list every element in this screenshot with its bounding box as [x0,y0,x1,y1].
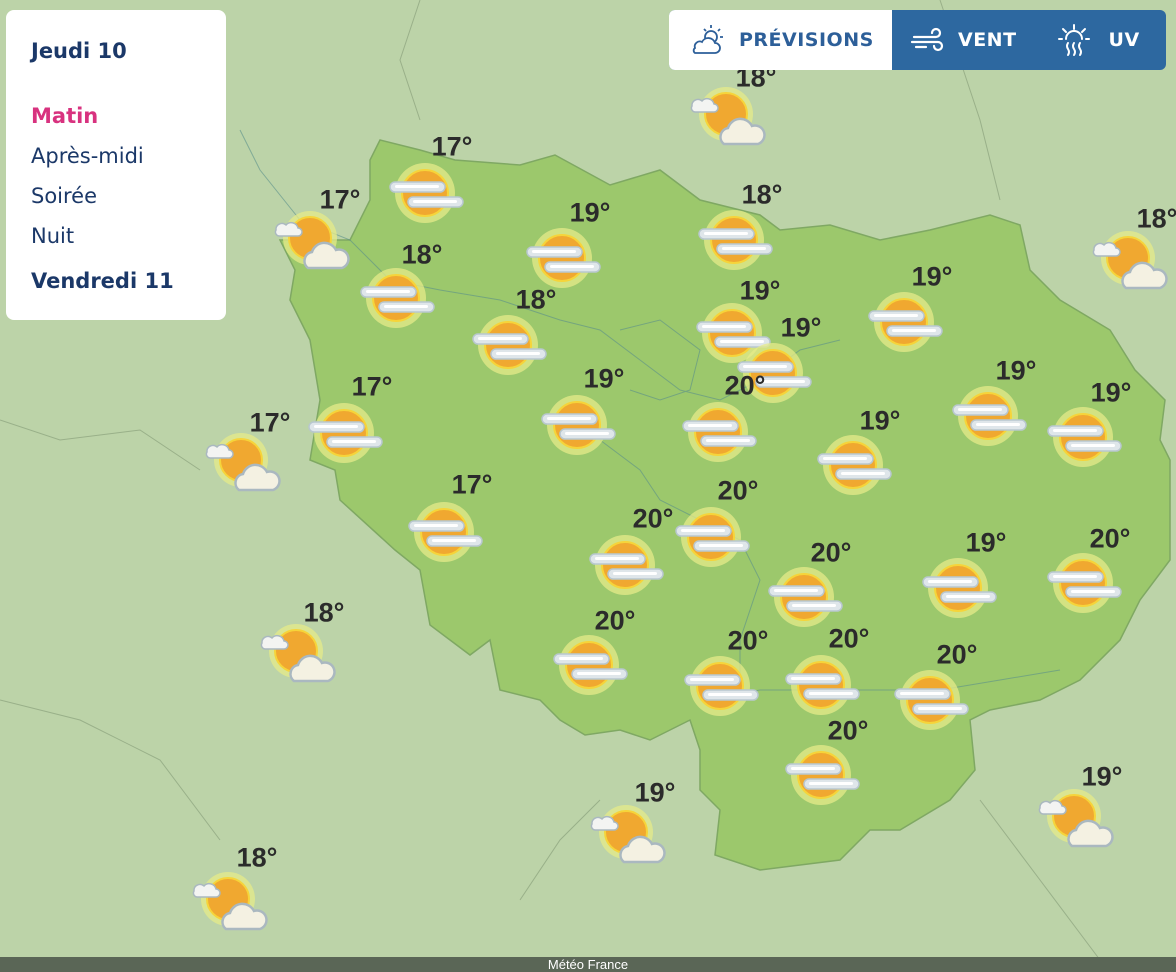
tab-label: VENT [958,29,1017,51]
slot-apres-midi[interactable]: Après-midi [31,136,226,176]
temperature-label: 19° [634,777,676,808]
day-label-thursday: Jeudi 10 [31,39,127,63]
uv-icon [1057,24,1090,56]
attribution: Météo France [0,957,1176,972]
temperature-label: 17° [431,131,473,162]
temperature-label: 18° [1136,203,1176,234]
slot-soiree[interactable]: Soirée [31,176,226,216]
temperature-label: 17° [451,469,493,500]
temperature-label: 19° [1081,761,1123,792]
temperature-label: 20° [632,503,674,534]
temperature-label: 18° [741,179,783,210]
temperature-label: 19° [1090,377,1132,408]
sun-cloud-icon [1036,782,1116,862]
sun-cloud-icon [588,798,668,878]
sun-haze-icon [781,735,861,815]
slot-matin[interactable]: Matin [31,96,226,136]
sun-cloud-icon [258,617,338,697]
temperature-label: 20° [724,370,766,401]
sun-haze-icon [585,525,665,605]
temperature-label: 19° [583,363,625,394]
temperature-label: 18° [515,284,557,315]
tab-previsions[interactable]: PRÉVISIONS [669,10,892,70]
wind-icon [910,27,944,52]
sun-haze-icon [671,497,751,577]
temperature-label: 19° [569,197,611,228]
temperature-label: 19° [739,275,781,306]
temperature-label: 18° [303,597,345,628]
sun-haze-icon [549,625,629,705]
sun-haze-icon [694,200,774,280]
temperature-label: 19° [780,312,822,343]
sun-cloud-icon [692,25,723,54]
temperature-label: 20° [1089,523,1131,554]
temperature-label: 18° [401,239,443,270]
sun-haze-icon [304,393,384,473]
temperature-label: 20° [827,715,869,746]
time-selector-panel: Jeudi 10 Matin Après-midi Soirée Nuit Ve… [6,10,226,320]
sun-haze-icon [918,548,998,628]
sun-haze-icon [813,425,893,505]
sun-haze-icon [385,153,465,233]
sun-haze-icon [1043,543,1123,623]
slot-nuit[interactable]: Nuit [31,216,226,256]
sun-haze-icon [680,646,760,726]
temperature-label: 20° [717,475,759,506]
day-label-friday[interactable]: Vendredi 11 [31,266,226,296]
temperature-label: 18° [236,842,278,873]
sun-haze-icon [537,385,617,465]
sun-haze-icon [1043,397,1123,477]
sun-haze-icon [890,660,970,740]
temperature-label: 20° [727,625,769,656]
temperature-label: 20° [828,623,870,654]
sun-cloud-icon [190,865,270,945]
sun-haze-icon [404,492,484,572]
sun-haze-icon [948,376,1028,456]
sun-cloud-icon [272,204,352,284]
temperature-label: 17° [351,371,393,402]
sun-haze-icon [864,282,944,362]
sun-cloud-icon [1090,224,1170,304]
sun-haze-icon [781,645,861,725]
temperature-label: 17° [319,184,361,215]
temperature-label: 19° [965,527,1007,558]
temperature-label: 20° [594,605,636,636]
tab-vent[interactable]: VENT [892,10,1017,70]
sun-haze-icon [468,305,548,385]
tab-label: UV [1108,29,1140,51]
temperature-label: 20° [936,639,978,670]
sun-haze-icon [678,392,758,472]
tab-label: PRÉVISIONS [739,29,874,51]
temperature-label: 19° [995,355,1037,386]
temperature-label: 19° [859,405,901,436]
tab-uv[interactable]: UV [1039,10,1140,70]
temperature-label: 20° [810,537,852,568]
map-mode-tabs: PRÉVISIONS VENT UV [669,10,1166,70]
temperature-label: 17° [249,407,291,438]
temperature-label: 19° [911,261,953,292]
